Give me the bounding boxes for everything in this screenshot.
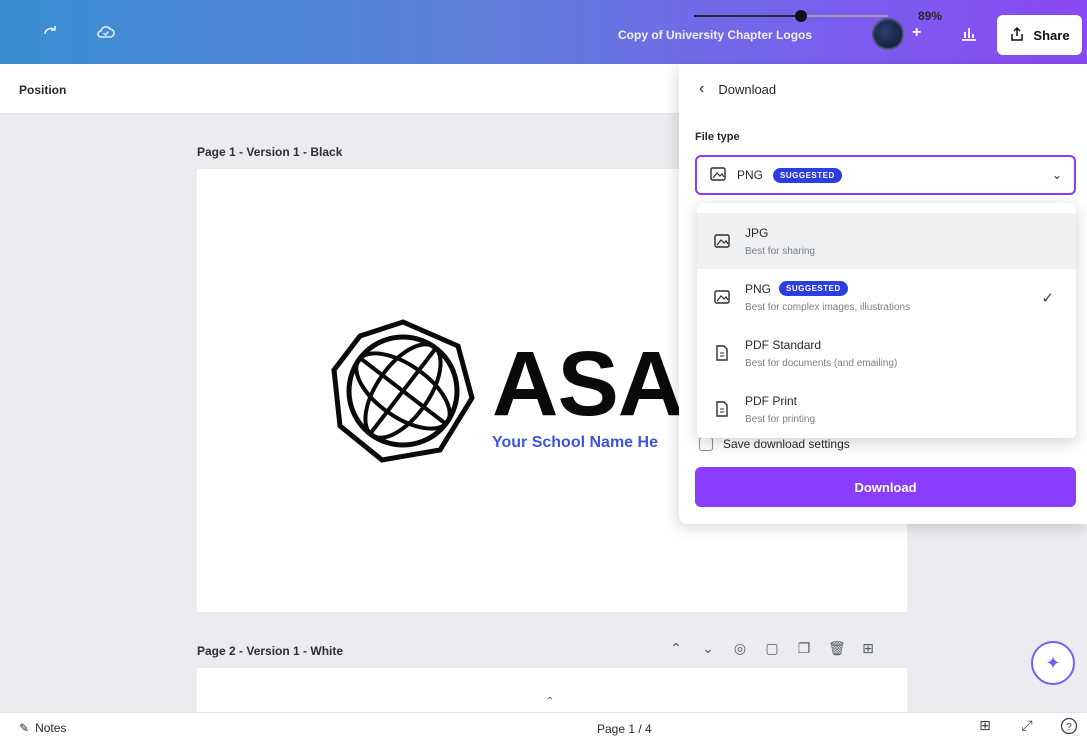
notes-label: Notes — [35, 721, 67, 735]
notes-button[interactable]: ✎ Notes — [19, 721, 66, 735]
logo-wordmark[interactable]: ASAI — [492, 338, 709, 430]
lock-page-icon[interactable]: ▢ — [764, 640, 780, 657]
page-indicator[interactable]: Page 1 / 4 — [597, 722, 652, 736]
notes-icon: ✎ — [19, 721, 30, 735]
option-png[interactable]: PNG SUGGESTED Best for complex images, i… — [697, 269, 1076, 325]
selected-file-type: PNG — [737, 168, 764, 182]
zoom-slider-thumb[interactable] — [795, 10, 807, 22]
redo-icon[interactable] — [40, 22, 60, 42]
fullscreen-icon[interactable]: ⤢ — [1018, 717, 1036, 735]
option-pdf-print[interactable]: PDF Print Best for printing — [697, 381, 1076, 437]
page2-toolbar: ⌃ ⌄ ◎ ▢ ❐ 🗑 ⊞ — [668, 640, 876, 657]
file-type-label: File type — [695, 131, 740, 143]
add-page-icon[interactable]: ⊞ — [860, 640, 876, 657]
document-file-icon — [713, 344, 731, 362]
hide-page-icon[interactable]: ◎ — [732, 640, 748, 657]
svg-text:?: ? — [1066, 722, 1072, 733]
save-settings-label: Save download settings — [723, 437, 850, 451]
delete-page-icon[interactable]: 🗑 — [828, 640, 846, 657]
position-button[interactable]: Position — [19, 83, 66, 97]
share-icon — [1009, 26, 1025, 45]
suggested-badge: SUGGESTED — [779, 281, 848, 296]
option-description: Best for documents (and emailing) — [745, 357, 898, 369]
save-settings-checkbox[interactable] — [699, 437, 713, 451]
globe-logo-icon[interactable] — [330, 318, 476, 464]
download-button[interactable]: Download — [695, 467, 1076, 507]
duplicate-page-icon[interactable]: ❐ — [796, 640, 812, 657]
grid-view-icon[interactable]: ⊞ — [976, 717, 994, 735]
insights-chart-icon[interactable] — [958, 22, 980, 44]
download-panel-title: Download — [718, 81, 777, 97]
move-down-icon[interactable]: ⌄ — [700, 640, 716, 657]
document-title[interactable]: Copy of University Chapter Logos — [618, 28, 812, 42]
back-chevron-icon[interactable]: ‹ — [699, 80, 704, 98]
image-file-icon — [709, 165, 727, 186]
image-file-icon — [713, 288, 731, 306]
move-up-icon[interactable]: ⌃ — [668, 640, 684, 657]
chevron-down-icon: ⌄ — [1051, 168, 1062, 182]
chevron-up-icon: ⌃ — [545, 696, 555, 707]
option-jpg[interactable]: JPG Best for sharing — [697, 213, 1076, 269]
add-collaborator-icon[interactable]: + — [912, 24, 921, 42]
magic-assistant-button[interactable]: ✦ — [1031, 641, 1075, 685]
cloud-saved-icon[interactable] — [96, 22, 116, 42]
page2-label: Page 2 - Version 1 - White — [197, 644, 344, 658]
image-file-icon — [713, 232, 731, 250]
option-title: JPG — [745, 225, 769, 240]
option-description: Best for sharing — [745, 245, 816, 257]
option-pdf-standard[interactable]: PDF Standard Best for documents (and ema… — [697, 325, 1076, 381]
school-name-text[interactable]: Your School Name He — [492, 434, 658, 452]
check-icon: ✓ — [1041, 290, 1054, 307]
option-title: PDF Print — [745, 393, 798, 408]
option-title: PDF Standard — [745, 337, 822, 352]
document-file-icon — [713, 400, 731, 418]
bottom-bar: ✎ Notes Page 1 / 4 — [0, 712, 1087, 741]
zoom-value[interactable]: 89% — [918, 9, 942, 23]
page1-label: Page 1 - Version 1 - Black — [197, 145, 343, 159]
option-title: PNG — [745, 281, 772, 296]
option-description: Best for complex images, illustrations — [745, 302, 911, 313]
help-icon[interactable]: ? — [1060, 717, 1078, 735]
show-pages-handle[interactable]: ⌃ — [527, 696, 573, 712]
share-button[interactable]: Share — [997, 15, 1082, 55]
avatar[interactable] — [872, 18, 904, 50]
zoom-slider-fill — [694, 15, 801, 17]
save-settings-row[interactable]: Save download settings — [699, 437, 850, 451]
file-type-select[interactable]: PNG SUGGESTED ⌄ — [695, 155, 1076, 195]
sparkle-icon: ✦ — [1045, 652, 1061, 673]
file-type-dropdown: JPG Best for sharing PNG SUGGESTED Best … — [697, 203, 1076, 438]
option-description: Best for printing — [745, 413, 816, 425]
suggested-badge: SUGGESTED — [773, 167, 842, 183]
share-label: Share — [1033, 27, 1070, 43]
